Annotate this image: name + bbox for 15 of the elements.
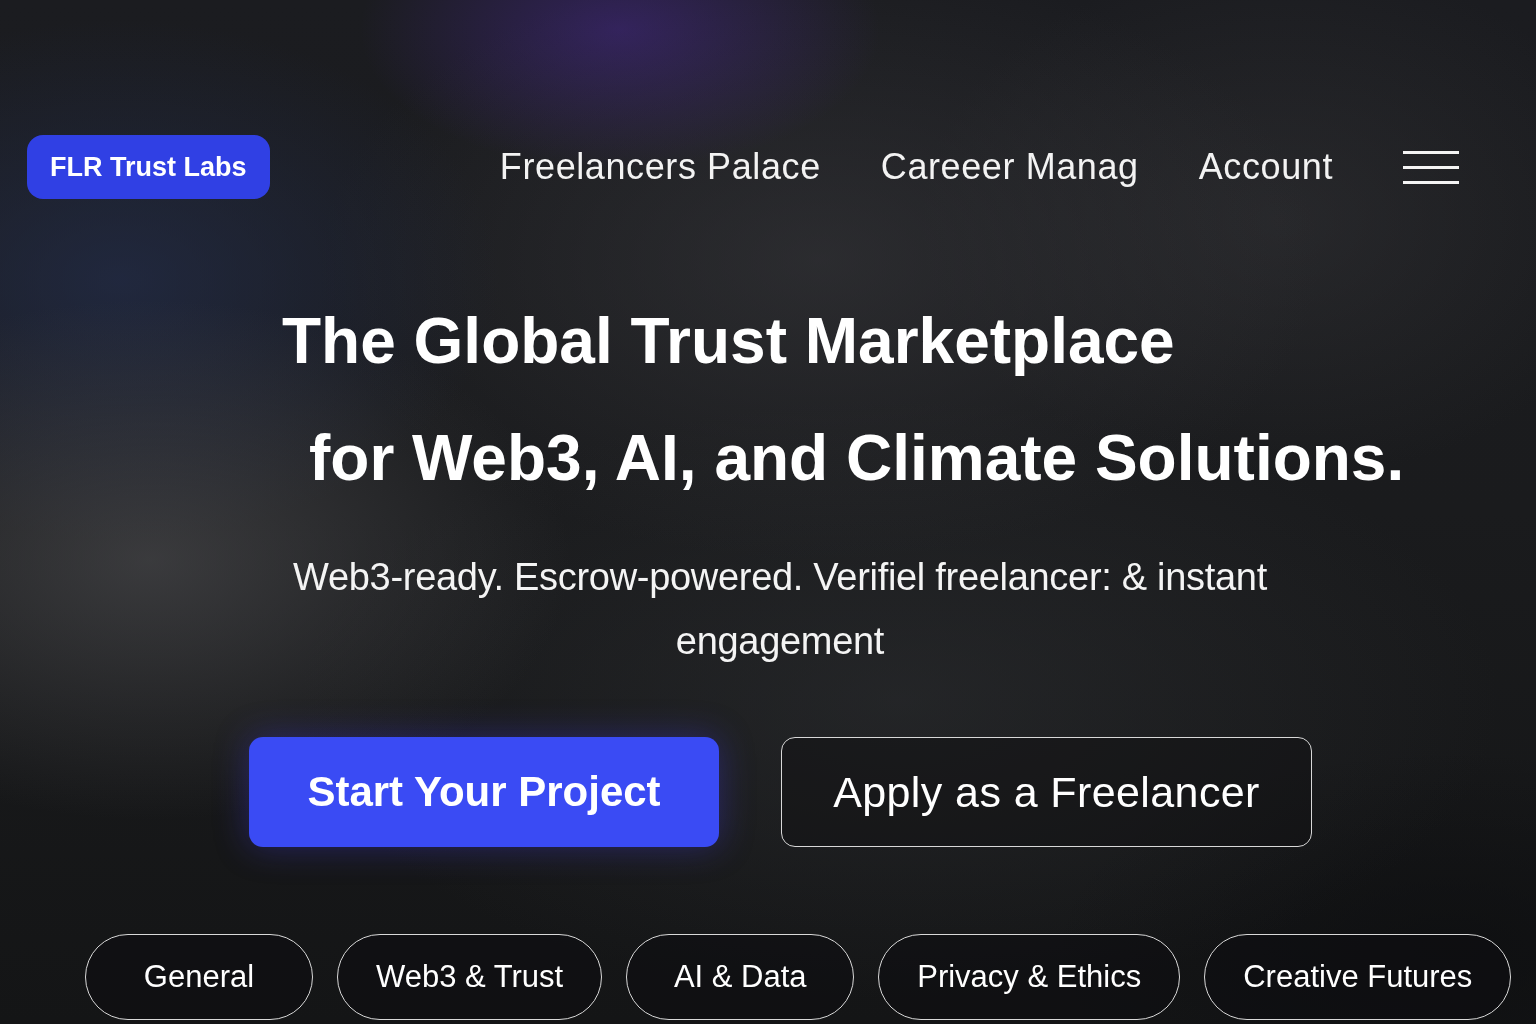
category-pill[interactable]: Privacy & Ethics (878, 934, 1181, 1020)
menu-icon[interactable] (1403, 150, 1459, 184)
hero-heading: for Web3, AI, and Climate Solutions. (309, 421, 1405, 496)
category-pill[interactable]: AI & Data (626, 934, 855, 1020)
start-project-button[interactable]: Start Your Project (249, 737, 719, 847)
nav-link[interactable]: Careeer Manag (880, 146, 1139, 188)
hero-heading: The Global Trust Marketplace (282, 304, 1176, 379)
category-pill[interactable]: Web3 & Trust (337, 934, 603, 1020)
category-pill[interactable]: General (85, 934, 313, 1020)
nav-link[interactable]: Account (1198, 146, 1333, 188)
nav-link[interactable]: Freelancers Palace (499, 146, 821, 188)
hero-subtitle: Web3-ready. Escrow-powered. Verifiel freelancer: & instant engagement (292, 555, 1268, 664)
brand-logo-button[interactable]: FLR Trust Labs (27, 135, 270, 199)
category-pill[interactable]: Creative Futures (1204, 934, 1512, 1020)
apply-freelancer-button[interactable]: Apply as a Freelancer (781, 737, 1312, 847)
